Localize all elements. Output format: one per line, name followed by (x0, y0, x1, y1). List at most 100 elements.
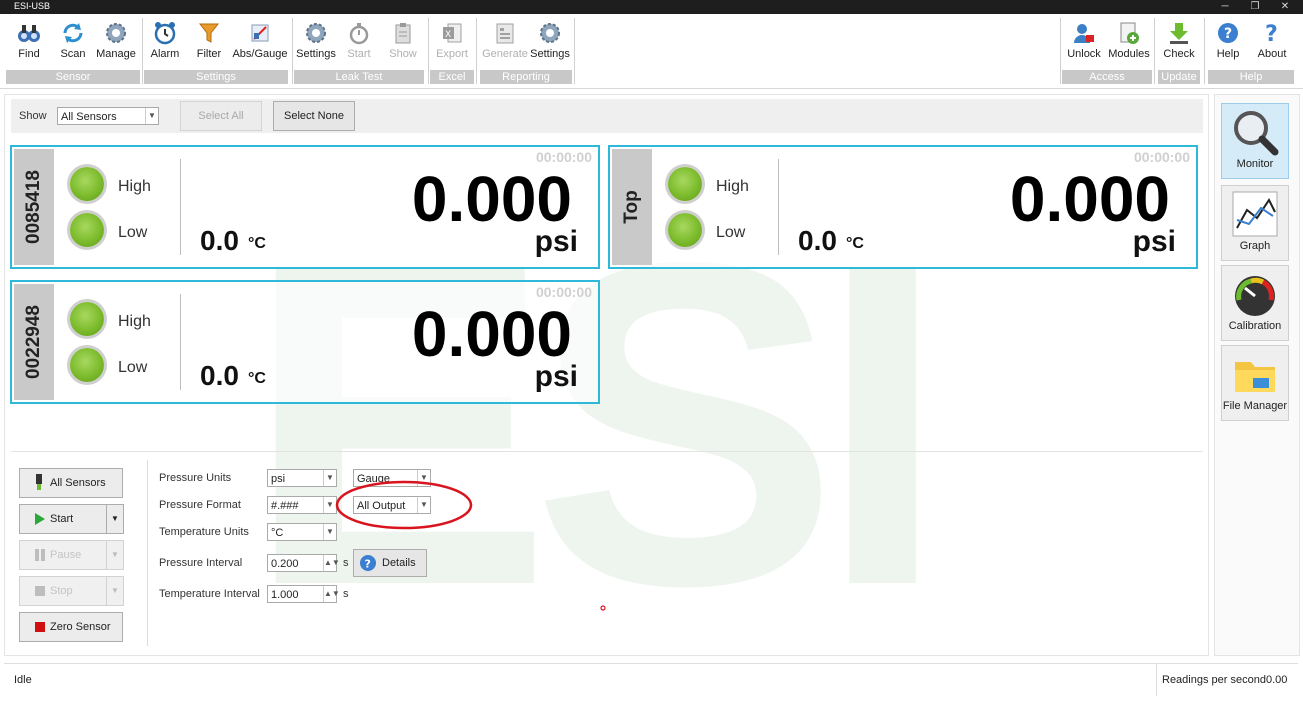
pressure-format-value: #.### (271, 500, 299, 512)
pause-icon (34, 549, 46, 564)
check-button[interactable]: Check (1160, 20, 1198, 66)
refresh-icon (60, 20, 86, 46)
high-label: High (716, 178, 749, 195)
select-none-button[interactable]: Select None (273, 101, 355, 131)
sensor-card[interactable]: Top High Low 00:00:00 0.000 psi 0.0 °C (608, 145, 1198, 269)
file-manager-view-button[interactable]: File Manager (1221, 345, 1289, 421)
sensor-id: 0085418 (23, 170, 44, 244)
temperature-units-select[interactable]: °C ▼ (267, 523, 337, 541)
minimize-button[interactable]: ─ (1210, 0, 1240, 14)
about-button[interactable]: ? About (1252, 20, 1292, 66)
group-update: Update (1158, 70, 1200, 84)
report-settings-button[interactable]: Settings (530, 20, 570, 66)
leak-show-label: Show (389, 48, 417, 60)
all-sensors-label: All Sensors (50, 477, 106, 489)
alarm-button[interactable]: Alarm (148, 20, 182, 66)
group-access: Access (1062, 70, 1152, 84)
modules-button[interactable]: Modules (1106, 20, 1152, 66)
gauge-icon (1231, 270, 1279, 318)
check-label: Check (1163, 48, 1195, 60)
restore-button[interactable]: ❐ (1240, 0, 1270, 14)
about-label: About (1257, 48, 1287, 60)
modules-label: Modules (1108, 48, 1150, 60)
generate-button[interactable]: Generate (482, 20, 528, 66)
graph-view-button[interactable]: Graph (1221, 185, 1289, 261)
details-button[interactable]: ? Details (353, 549, 427, 577)
status-text: Idle (14, 674, 32, 686)
details-label: Details (382, 557, 416, 569)
svg-text:?: ? (1224, 26, 1232, 42)
chevron-down-icon[interactable]: ▼ (106, 504, 124, 534)
controls-area: All Sensors Start ▼ Pause ▼ Stop ▼ Zero … (11, 451, 1203, 652)
pressure-format-select[interactable]: #.### ▼ (267, 496, 337, 514)
pressure-format-label: Pressure Format (159, 499, 241, 511)
unlock-button[interactable]: Unlock (1064, 20, 1104, 66)
abs-gauge-label: Abs/Gauge (232, 48, 288, 60)
ribbon-separator (1060, 18, 1061, 84)
pause-button[interactable]: Pause ▼ (19, 540, 124, 570)
chevron-down-icon[interactable]: ▼ (106, 576, 124, 606)
high-label: High (118, 178, 151, 195)
high-alarm-led (668, 167, 702, 201)
temperature-value: 0.0 (200, 360, 239, 391)
monitor-panel: ESI Show All Sensors ▼ Select All Select… (4, 94, 1209, 656)
help-label: Help (1216, 48, 1240, 60)
leak-show-button[interactable]: Show (386, 20, 420, 66)
export-button[interactable]: X Export (434, 20, 470, 66)
scan-button[interactable]: Scan (56, 20, 90, 66)
pressure-value: 0.000 (411, 298, 572, 370)
pressure-interval-stepper[interactable]: 0.200 ▲▼ (267, 554, 340, 572)
leak-settings-label: Settings (296, 48, 336, 60)
download-arrow-icon (1166, 20, 1192, 46)
leak-settings-button[interactable]: Settings (296, 20, 336, 66)
temperature-interval-stepper[interactable]: 1.000 ▲▼ (267, 585, 340, 603)
low-label: Low (118, 359, 148, 376)
group-sensor: Sensor (6, 70, 140, 84)
ribbon-separator (1154, 18, 1155, 84)
show-select[interactable]: All Sensors ▼ (57, 107, 159, 125)
abs-gauge-icon (247, 20, 273, 46)
folder-icon (1231, 350, 1279, 398)
abs-gauge-button[interactable]: Abs/Gauge (230, 20, 290, 66)
stop-button[interactable]: Stop ▼ (19, 576, 124, 606)
svg-text:X: X (445, 30, 451, 40)
zero-sensor-button[interactable]: Zero Sensor (19, 612, 123, 642)
gear-icon (103, 20, 129, 46)
temperature-units-label: Temperature Units (159, 526, 249, 538)
manage-button[interactable]: Manage (94, 20, 138, 66)
high-alarm-led (70, 167, 104, 201)
pressure-interval-label: Pressure Interval (159, 557, 243, 569)
sensor-card[interactable]: 0085418 High Low 00:00:00 0.000 psi 0.0 … (10, 145, 600, 269)
ribbon-toolbar: Find Scan Manage Alarm Filter Abs/Gauge … (0, 14, 1303, 89)
monitor-label: Monitor (1236, 158, 1274, 170)
close-button[interactable]: ✕ (1270, 0, 1300, 14)
card-divider (180, 294, 181, 390)
spinner-icon: ▲▼ (323, 555, 340, 571)
magnifier-icon (1231, 108, 1279, 156)
export-label: Export (436, 48, 468, 60)
group-help: Help (1208, 70, 1294, 84)
all-sensors-button[interactable]: All Sensors (19, 468, 123, 498)
high-label: High (118, 313, 151, 330)
sensor-id: 0022948 (23, 305, 44, 379)
monitor-view-button[interactable]: Monitor (1221, 103, 1289, 179)
help-button[interactable]: ? Help (1210, 20, 1246, 66)
find-button[interactable]: Find (12, 20, 46, 66)
low-label: Low (716, 224, 746, 241)
pressure-units-select[interactable]: psi ▼ (267, 469, 337, 487)
calibration-view-button[interactable]: Calibration (1221, 265, 1289, 341)
start-button[interactable]: Start ▼ (19, 504, 124, 534)
high-alarm-led (70, 302, 104, 336)
temperature-interval-unit: s (343, 588, 349, 600)
filter-button[interactable]: Filter (192, 20, 226, 66)
chevron-down-icon: ▼ (145, 108, 158, 124)
spinner-icon: ▲▼ (323, 586, 340, 602)
leak-start-button[interactable]: Start (344, 20, 374, 66)
stop-label: Stop (50, 585, 73, 597)
pressure-unit: psi (1132, 225, 1176, 258)
chevron-down-icon[interactable]: ▼ (106, 540, 124, 570)
select-all-button[interactable]: Select All (180, 101, 262, 131)
alarm-clock-icon (152, 20, 178, 46)
sensor-card[interactable]: 0022948 High Low 00:00:00 0.000 psi 0.0 … (10, 280, 600, 404)
group-leak-test: Leak Test (294, 70, 424, 84)
